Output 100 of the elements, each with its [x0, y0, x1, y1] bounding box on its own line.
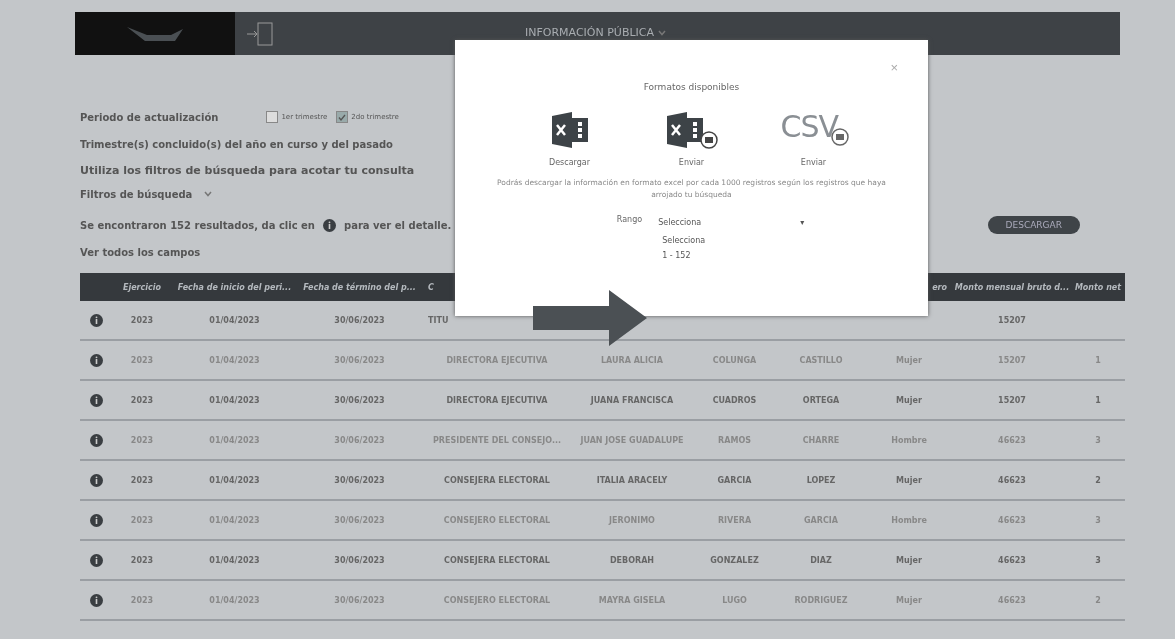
table-cell-text: 3: [1094, 515, 1102, 525]
format-option[interactable]: Enviar: [656, 110, 727, 167]
table-cell-text: 2: [1094, 475, 1102, 485]
table-cell-text: RODRIGUEZ: [793, 595, 849, 605]
checkbox[interactable]: [336, 111, 349, 123]
results-text: para ver el detalle.: [344, 219, 452, 231]
table-cell-text: 2023: [129, 355, 155, 365]
table-cell-text: 30/06/2023: [333, 435, 386, 445]
info-icon[interactable]: [89, 513, 103, 527]
table-cell-text: 2023: [129, 555, 155, 565]
table-cell-text: 46623: [997, 515, 1027, 525]
hint-text: Utiliza los filtros de búsqueda para acotar tu consulta: [80, 163, 415, 177]
info-icon[interactable]: [89, 433, 103, 447]
table-cell-text: 1: [1094, 355, 1102, 365]
info-icon[interactable]: [89, 393, 103, 407]
range-label: Rango: [616, 215, 643, 224]
table-cell-text: 01/04/2023: [208, 395, 261, 405]
table-cell-text: 2023: [129, 315, 155, 325]
info-icon[interactable]: [89, 553, 103, 567]
results-text: Se encontraron 152 resultados, da clic en: [80, 219, 315, 231]
info-icon[interactable]: [89, 593, 103, 607]
table-cell-text: LUGO: [721, 595, 748, 605]
quarters-text: Trimestre(s) concluido(s) del año en curso y del pasado: [80, 138, 393, 150]
table-cell-text: DIRECTORA EJECUTIVA: [445, 355, 549, 365]
spreadsheet-icon: [549, 110, 590, 150]
chevron-down-icon: [658, 30, 667, 36]
table-cell-text: 15207: [997, 355, 1027, 365]
chevron-down-icon: [204, 191, 213, 197]
format-option[interactable]: Descargar: [534, 110, 605, 167]
table-cell-text: 30/06/2023: [333, 395, 386, 405]
table-cell-text: CONSEJERA ELECTORAL: [443, 475, 551, 485]
table-cell-text: Mujer: [895, 395, 923, 405]
table-cell-text: DEBORAH: [608, 555, 656, 565]
column-header[interactable]: Fecha de término del p...: [297, 282, 422, 292]
format-option[interactable]: CSV Enviar: [778, 110, 849, 167]
table-cell-text: 46623: [997, 475, 1027, 485]
table-cell-text: JUANA FRANCISCA: [589, 395, 675, 405]
spreadsheet-mail-icon: [664, 110, 719, 150]
table-cell-text: 01/04/2023: [208, 515, 261, 525]
table-cell-text: 3: [1094, 555, 1102, 565]
table-cell-text: PRESIDENTE DEL CONSEJO...: [431, 435, 562, 445]
table-cell-text: 46623: [997, 435, 1027, 445]
table-cell-text: 01/04/2023: [208, 555, 261, 565]
info-icon[interactable]: [89, 313, 103, 327]
checkbox[interactable]: [266, 111, 279, 123]
table-cell-text: ITALIA ARACELY: [595, 475, 669, 485]
table-cell-text: CONSEJERO ELECTORAL: [442, 515, 552, 525]
column-header[interactable]: Ejercicio: [112, 282, 172, 292]
table-cell-text: CONSEJERA ELECTORAL: [443, 555, 551, 565]
dialog-title: Formatos disponibles: [643, 82, 740, 92]
csv-logo-text: CSV: [780, 110, 838, 144]
table-cell-text: 01/04/2023: [208, 435, 261, 445]
table-cell-text: 15207: [997, 315, 1027, 325]
download-button[interactable]: DESCARGAR: [987, 216, 1080, 234]
table-cell-text: 30/06/2023: [333, 515, 386, 525]
table-cell-text: COLUNGA: [711, 355, 758, 365]
table-cell-text: GARCIA: [803, 515, 839, 525]
table-cell-text: 3: [1094, 435, 1102, 445]
table-cell-text: GONZALEZ: [709, 555, 760, 565]
table-cell-text: DIAZ: [809, 555, 833, 565]
column-header[interactable]: Monto net: [1071, 282, 1125, 292]
table-cell-text: 30/06/2023: [333, 475, 386, 485]
all-fields-link[interactable]: Ver todos los campos: [80, 246, 201, 258]
table-cell-text: JERONIMO: [607, 515, 656, 525]
table-cell-text: 2023: [129, 395, 155, 405]
table-cell-text: 30/06/2023: [333, 355, 386, 365]
menu-title[interactable]: INFORMACIÓN PÚBLICA: [525, 26, 667, 39]
table-cell-text: 15207: [997, 395, 1027, 405]
table-cell-text: LOPEZ: [805, 475, 837, 485]
table-cell-text: GARCIA: [716, 475, 753, 485]
column-header[interactable]: Monto mensual bruto d...: [953, 282, 1071, 292]
table-cell-text: 30/06/2023: [333, 595, 386, 605]
table-cell-text: 46623: [997, 595, 1027, 605]
table-cell-text: 30/06/2023: [333, 315, 386, 325]
table-cell-text: Mujer: [895, 555, 923, 565]
period-label: Periodo de actualización: [80, 111, 219, 123]
table-cell-text: 01/04/2023: [208, 595, 261, 605]
table-cell-text: 01/04/2023: [208, 355, 261, 365]
table-cell-text: 01/04/2023: [208, 475, 261, 485]
table-cell-text: 30/06/2023: [333, 555, 386, 565]
table-cell-text: DIRECTORA EJECUTIVA: [445, 395, 549, 405]
info-icon[interactable]: [89, 473, 103, 487]
table-cell-text: 01/04/2023: [208, 315, 261, 325]
table-cell-text: Hombre: [890, 435, 928, 445]
table-cell-text: RIVERA: [716, 515, 753, 525]
table-cell-text: RAMOS: [717, 435, 752, 445]
filters-toggle[interactable]: Filtros de búsqueda: [80, 188, 193, 200]
table-cell-text: 1: [1094, 395, 1102, 405]
table-cell-text: CHARRE: [801, 435, 841, 445]
table-cell-text: Mujer: [895, 475, 923, 485]
table-cell-text: 2023: [129, 595, 155, 605]
info-icon[interactable]: [89, 353, 103, 367]
table-cell-text: TITU: [427, 315, 450, 325]
table-cell-text: Mujer: [895, 355, 923, 365]
table-cell-text: 2023: [129, 435, 155, 445]
table-cell-text: CONSEJERO ELECTORAL: [442, 595, 552, 605]
info-icon[interactable]: [323, 218, 336, 232]
column-header[interactable]: Fecha de inicio del peri...: [172, 282, 297, 292]
table-cell-text: 2023: [129, 475, 155, 485]
table-cell-text: LAURA ALICIA: [600, 355, 664, 365]
